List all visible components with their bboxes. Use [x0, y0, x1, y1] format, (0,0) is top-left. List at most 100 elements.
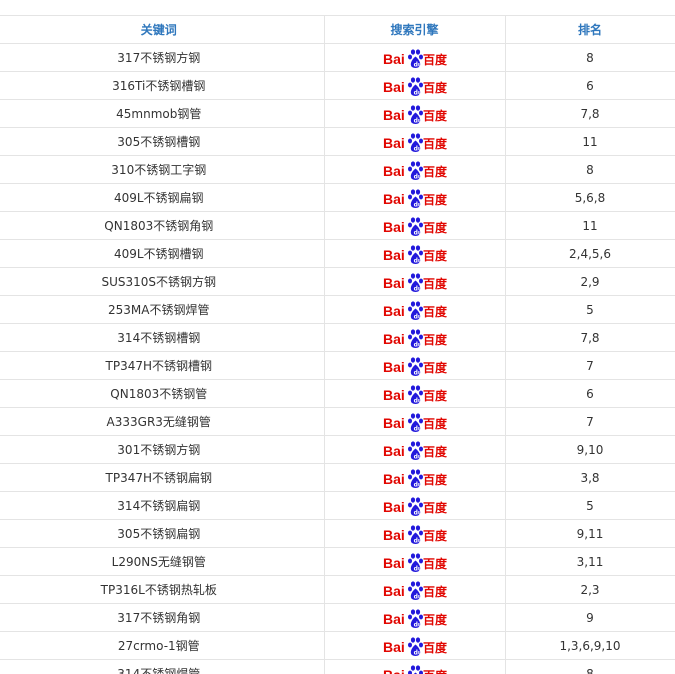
- svg-text:Bai: Bai: [383, 331, 405, 347]
- rank-cell: 5,6,8: [505, 183, 675, 212]
- svg-text:du: du: [413, 565, 422, 572]
- svg-text:Bai: Bai: [383, 443, 405, 459]
- engine-cell: Bai du 百度: [324, 155, 506, 184]
- rank-cell: 7: [505, 351, 675, 380]
- svg-text:Bai: Bai: [383, 667, 405, 674]
- svg-text:du: du: [413, 313, 422, 320]
- rank-cell: 7: [505, 407, 675, 436]
- keyword-cell[interactable]: 317不锈钢角钢: [0, 603, 325, 632]
- svg-text:Bai: Bai: [383, 499, 405, 515]
- svg-text:Bai: Bai: [383, 275, 405, 291]
- engine-cell: Bai du 百度: [324, 575, 506, 604]
- keyword-cell[interactable]: 301不锈钢方钢: [0, 435, 325, 464]
- keyword-cell[interactable]: SUS310S不锈钢方钢: [0, 267, 325, 296]
- engine-cell: Bai du 百度: [324, 491, 506, 520]
- table-row: 314不锈钢槽钢 Bai du 百度 7,8: [0, 323, 675, 352]
- svg-text:百度: 百度: [423, 556, 447, 571]
- rank-cell: 5: [505, 491, 675, 520]
- svg-text:du: du: [413, 117, 422, 124]
- engine-cell: Bai du 百度: [324, 71, 506, 100]
- svg-text:du: du: [413, 341, 422, 348]
- keyword-cell[interactable]: 45mnmob钢管: [0, 99, 325, 128]
- svg-text:百度: 百度: [423, 136, 447, 151]
- baidu-logo-icon: Bai du 百度: [383, 383, 447, 405]
- keyword-cell[interactable]: 305不锈钢槽钢: [0, 127, 325, 156]
- keyword-cell[interactable]: 409L不锈钢扁钢: [0, 183, 325, 212]
- svg-text:du: du: [413, 453, 422, 460]
- baidu-logo-icon: Bai du 百度: [383, 131, 447, 153]
- rank-cell: 1,3,6,9,10: [505, 631, 675, 660]
- svg-text:百度: 百度: [423, 612, 447, 627]
- engine-cell: Bai du 百度: [324, 547, 506, 576]
- engine-cell: Bai du 百度: [324, 463, 506, 492]
- engine-cell: Bai du 百度: [324, 519, 506, 548]
- table-row: L290NS无缝钢管 Bai du 百度 3,11: [0, 547, 675, 576]
- rank-cell: 2,9: [505, 267, 675, 296]
- table-row: 310不锈钢工字钢 Bai du 百度 8: [0, 155, 675, 184]
- engine-cell: Bai du 百度: [324, 435, 506, 464]
- keyword-cell[interactable]: 305不锈钢扁钢: [0, 519, 325, 548]
- baidu-logo-icon: Bai du 百度: [383, 495, 447, 517]
- baidu-logo-icon: Bai du 百度: [383, 327, 447, 349]
- keyword-cell[interactable]: 314不锈钢槽钢: [0, 323, 325, 352]
- engine-cell: Bai du 百度: [324, 267, 506, 296]
- keyword-cell[interactable]: TP347H不锈钢槽钢: [0, 351, 325, 380]
- column-header-engine: 搜索引擎: [324, 15, 506, 44]
- table-row: 409L不锈钢槽钢 Bai du 百度 2,4,5,6: [0, 239, 675, 268]
- svg-text:du: du: [413, 593, 422, 600]
- svg-text:du: du: [413, 201, 422, 208]
- svg-text:du: du: [413, 173, 422, 180]
- svg-text:Bai: Bai: [383, 303, 405, 319]
- svg-text:du: du: [413, 425, 422, 432]
- keyword-cell[interactable]: QN1803不锈钢角钢: [0, 211, 325, 240]
- svg-text:Bai: Bai: [383, 219, 405, 235]
- baidu-logo-icon: Bai du 百度: [383, 439, 447, 461]
- keyword-cell[interactable]: 409L不锈钢槽钢: [0, 239, 325, 268]
- baidu-logo-icon: Bai du 百度: [383, 271, 447, 293]
- table-row: 301不锈钢方钢 Bai du 百度 9,10: [0, 435, 675, 464]
- rank-cell: 8: [505, 155, 675, 184]
- svg-text:百度: 百度: [423, 276, 447, 291]
- table-row: TP316L不锈钢热轧板 Bai du 百度 2,3: [0, 575, 675, 604]
- engine-cell: Bai du 百度: [324, 379, 506, 408]
- table-header: 关键词 搜索引擎 排名: [0, 15, 675, 44]
- keyword-cell[interactable]: QN1803不锈钢管: [0, 379, 325, 408]
- svg-text:du: du: [413, 61, 422, 68]
- rank-cell: 6: [505, 379, 675, 408]
- keyword-cell[interactable]: 314不锈钢焊管: [0, 659, 325, 674]
- keyword-cell[interactable]: A333GR3无缝钢管: [0, 407, 325, 436]
- svg-text:du: du: [413, 537, 422, 544]
- keyword-cell[interactable]: L290NS无缝钢管: [0, 547, 325, 576]
- svg-text:Bai: Bai: [383, 247, 405, 263]
- rank-cell: 11: [505, 211, 675, 240]
- rank-cell: 9,11: [505, 519, 675, 548]
- table-row: QN1803不锈钢角钢 Bai du 百度 11: [0, 211, 675, 240]
- baidu-logo-icon: Bai du 百度: [383, 187, 447, 209]
- keyword-cell[interactable]: 253MA不锈钢焊管: [0, 295, 325, 324]
- keyword-cell[interactable]: 310不锈钢工字钢: [0, 155, 325, 184]
- svg-text:du: du: [413, 509, 422, 516]
- engine-cell: Bai du 百度: [324, 603, 506, 632]
- table-body: 317不锈钢方钢 Bai du 百度 8 316Ti不锈钢槽钢 Bai du 百…: [0, 43, 675, 674]
- page: 关键词 搜索引擎 排名 317不锈钢方钢 Bai du 百度 8 316Ti不锈…: [0, 0, 675, 674]
- engine-cell: Bai du 百度: [324, 127, 506, 156]
- table-row: 45mnmob钢管 Bai du 百度 7,8: [0, 99, 675, 128]
- svg-text:百度: 百度: [423, 192, 447, 207]
- engine-cell: Bai du 百度: [324, 211, 506, 240]
- table-row: 27crmo-1钢管 Bai du 百度 1,3,6,9,10: [0, 631, 675, 660]
- engine-cell: Bai du 百度: [324, 659, 506, 674]
- keyword-rank-table: 关键词 搜索引擎 排名 317不锈钢方钢 Bai du 百度 8 316Ti不锈…: [0, 15, 675, 674]
- keyword-cell[interactable]: 27crmo-1钢管: [0, 631, 325, 660]
- engine-cell: Bai du 百度: [324, 99, 506, 128]
- keyword-cell[interactable]: 314不锈钢扁钢: [0, 491, 325, 520]
- rank-cell: 9,10: [505, 435, 675, 464]
- keyword-cell[interactable]: TP347H不锈钢扁钢: [0, 463, 325, 492]
- keyword-cell[interactable]: TP316L不锈钢热轧板: [0, 575, 325, 604]
- svg-text:百度: 百度: [423, 640, 447, 655]
- svg-text:Bai: Bai: [383, 107, 405, 123]
- engine-cell: Bai du 百度: [324, 43, 506, 72]
- keyword-cell[interactable]: 316Ti不锈钢槽钢: [0, 71, 325, 100]
- keyword-cell[interactable]: 317不锈钢方钢: [0, 43, 325, 72]
- svg-text:百度: 百度: [423, 472, 447, 487]
- table-row: 317不锈钢角钢 Bai du 百度 9: [0, 603, 675, 632]
